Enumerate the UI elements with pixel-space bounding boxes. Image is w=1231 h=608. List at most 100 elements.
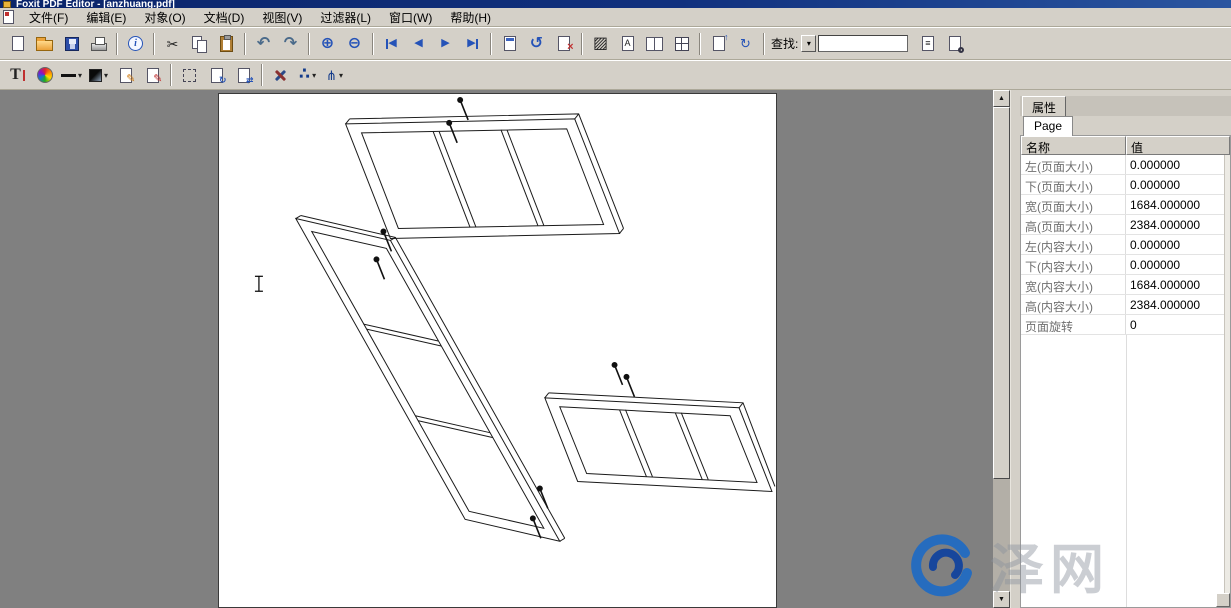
rotate-page-button[interactable]: ↺: [523, 31, 550, 56]
flip-object-button[interactable]: ⇄: [230, 63, 257, 88]
refresh-button[interactable]: ↻: [732, 31, 759, 56]
extract-text-button[interactable]: A: [614, 31, 641, 56]
page-layout-icon: [504, 36, 516, 51]
color-picker-button[interactable]: [31, 63, 58, 88]
scroll-up-button[interactable]: ▲: [993, 90, 1010, 107]
first-page-icon: ◀: [386, 38, 396, 49]
menu-window[interactable]: 窗口(W): [380, 7, 441, 28]
scrollbar-thumb[interactable]: [993, 107, 1010, 479]
grid-scroll-corner: [1216, 593, 1230, 607]
tab-page[interactable]: Page: [1023, 116, 1073, 136]
toolbar-separator: [244, 33, 246, 55]
property-value: 0.000000: [1126, 235, 1230, 254]
page-up-icon: ↑: [713, 36, 725, 51]
nodes-tool-button[interactable]: ∴▾: [294, 63, 321, 88]
find-label: 查找:: [771, 35, 798, 52]
branch-tool-button[interactable]: ⋔▾: [321, 63, 348, 88]
tools-button[interactable]: [267, 63, 294, 88]
document-icon[interactable]: [3, 10, 14, 24]
line-tool-button[interactable]: ▾: [58, 63, 85, 88]
info-button[interactable]: i: [122, 31, 149, 56]
zoom-out-icon: ⊖: [348, 36, 361, 52]
menu-view[interactable]: 视图(V): [253, 7, 311, 28]
import-page-button[interactable]: ↑: [705, 31, 732, 56]
undo-button[interactable]: ↶: [250, 31, 277, 56]
property-name: 左(内容大小): [1021, 235, 1126, 254]
find-dropdown-button[interactable]: ▾: [801, 35, 816, 52]
toolbar-separator: [116, 33, 118, 55]
search-doc-button[interactable]: ≡: [914, 31, 941, 56]
menubar: 文件(F) 编辑(E) 对象(O) 文档(D) 视图(V) 过滤器(L) 窗口(…: [0, 8, 1231, 27]
scissors-icon: ✂: [167, 37, 179, 51]
properties-panel: 属性 Page 名称 值 左(页面大小)0.000000 下(页面大小)0.00…: [1020, 90, 1231, 608]
rotate-object-button[interactable]: ↻: [203, 63, 230, 88]
copy-button[interactable]: [186, 31, 213, 56]
panel-splitter[interactable]: [1010, 90, 1020, 608]
last-page-button[interactable]: ▶: [459, 31, 486, 56]
menu-filter[interactable]: 过滤器(L): [311, 7, 380, 28]
toolbar-separator: [372, 33, 374, 55]
cut-button[interactable]: ✂: [159, 31, 186, 56]
scroll-down-button[interactable]: ▼: [993, 591, 1010, 608]
property-row[interactable]: 高(页面大小)2384.000000: [1021, 215, 1230, 235]
property-value: 0: [1126, 315, 1230, 334]
select-area-icon: [183, 69, 196, 82]
property-row[interactable]: 下(内容大小)0.000000: [1021, 255, 1230, 275]
first-page-button[interactable]: ◀: [378, 31, 405, 56]
edit-page-button[interactable]: ✎: [139, 63, 166, 88]
property-name: 页面旋转: [1021, 315, 1126, 334]
column-header-value: 值: [1126, 136, 1230, 155]
search-in-doc-button[interactable]: [941, 31, 968, 56]
new-button[interactable]: [4, 31, 31, 56]
new-document-icon: [12, 36, 24, 51]
column-header-name: 名称: [1021, 136, 1126, 155]
zoom-in-icon: ⊕: [321, 36, 334, 52]
info-icon: i: [128, 36, 143, 51]
menu-edit[interactable]: 编辑(E): [77, 7, 135, 28]
select-object-button[interactable]: [176, 63, 203, 88]
delete-page-button[interactable]: ×: [550, 31, 577, 56]
caret-down-icon: ▾: [807, 39, 811, 48]
prev-page-button[interactable]: ◀: [405, 31, 432, 56]
hatch-pattern-button[interactable]: ▨: [587, 31, 614, 56]
menu-document[interactable]: 文档(D): [195, 7, 254, 28]
vertical-scrollbar[interactable]: ▲ ▼: [993, 90, 1010, 608]
toolbar-separator: [261, 64, 263, 86]
find-input[interactable]: [818, 35, 908, 52]
property-row[interactable]: 左(内容大小)0.000000: [1021, 235, 1230, 255]
property-row[interactable]: 左(页面大小)0.000000: [1021, 155, 1230, 175]
property-row[interactable]: 宽(页面大小)1684.000000: [1021, 195, 1230, 215]
document-canvas[interactable]: [0, 90, 993, 608]
property-row[interactable]: 下(页面大小)0.000000: [1021, 175, 1230, 195]
menu-object[interactable]: 对象(O): [135, 7, 194, 28]
copy-icon: [192, 36, 208, 52]
fill-tool-button[interactable]: ▾: [85, 63, 112, 88]
property-row[interactable]: 页面旋转0: [1021, 315, 1230, 335]
pdf-page[interactable]: [218, 93, 777, 608]
grid-scrollbar-gutter[interactable]: [1224, 155, 1230, 607]
print-button[interactable]: [85, 31, 112, 56]
paste-button[interactable]: [213, 31, 240, 56]
open-folder-icon: [36, 40, 53, 51]
edit-object-button[interactable]: ✎: [112, 63, 139, 88]
menu-help[interactable]: 帮助(H): [441, 7, 500, 28]
redo-button[interactable]: ↷: [277, 31, 304, 56]
fill-tool-icon: [89, 69, 102, 82]
next-page-button[interactable]: ▶: [432, 31, 459, 56]
property-name: 下(内容大小): [1021, 255, 1126, 274]
grid-view-button[interactable]: [668, 31, 695, 56]
grid-empty-area: [1021, 335, 1230, 607]
save-button[interactable]: [58, 31, 85, 56]
menu-file[interactable]: 文件(F): [20, 7, 77, 28]
property-row[interactable]: 宽(内容大小)1684.000000: [1021, 275, 1230, 295]
prev-page-icon: ◀: [414, 38, 422, 49]
toolbar-separator: [490, 33, 492, 55]
open-button[interactable]: [31, 31, 58, 56]
zoom-out-button[interactable]: ⊖: [341, 31, 368, 56]
zoom-in-button[interactable]: ⊕: [314, 31, 341, 56]
two-page-view-button[interactable]: [641, 31, 668, 56]
text-tool-button[interactable]: T: [4, 63, 31, 88]
property-row[interactable]: 高(内容大小)2384.000000: [1021, 295, 1230, 315]
page-layout-button[interactable]: [496, 31, 523, 56]
doc-magnifier-icon: [949, 36, 961, 51]
